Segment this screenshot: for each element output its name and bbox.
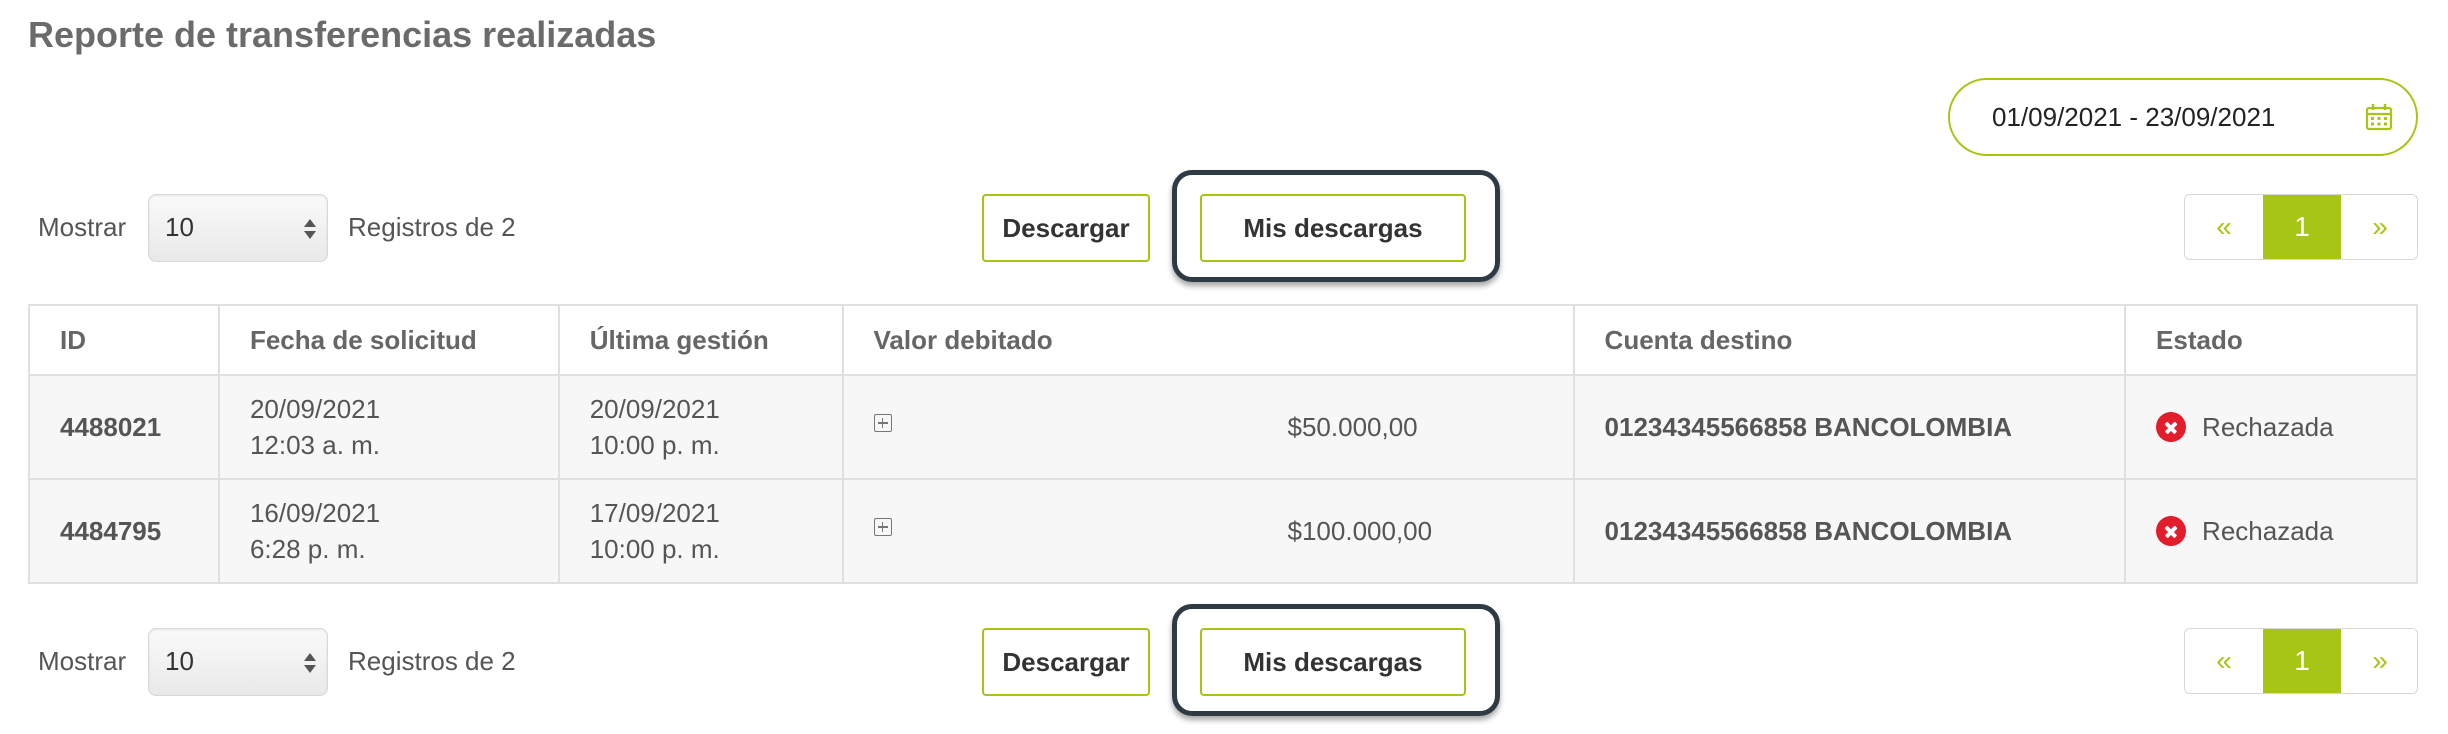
status-text: Rechazada bbox=[2202, 412, 2334, 442]
date-range-picker[interactable]: 01/09/2021 - 23/09/2021 bbox=[1948, 78, 2418, 156]
cell-status: Rechazada bbox=[2124, 374, 2418, 480]
show-label: Mostrar bbox=[38, 646, 127, 676]
last-update-date: 20/09/2021 bbox=[589, 394, 720, 424]
amount-value: $50.000,00 bbox=[1287, 412, 1418, 442]
cell-amount: $50.000,00 bbox=[841, 374, 1575, 480]
page-size-value: 10 bbox=[165, 646, 194, 676]
table-row: 4488021 20/09/2021 12:03 a. m. 20/09/202… bbox=[28, 374, 2418, 480]
cell-amount: $100.000,00 bbox=[841, 478, 1575, 584]
table-controls-bottom: Mostrar 10 Registros de 2 Descargar Mis … bbox=[0, 604, 2448, 716]
date-range-value: 01/09/2021 - 23/09/2021 bbox=[1992, 101, 2276, 132]
page-size-value: 10 bbox=[165, 212, 194, 242]
calendar-icon[interactable] bbox=[2364, 102, 2394, 132]
cell-account: 01234345566858 BANCOLOMBIA bbox=[1572, 478, 2127, 584]
request-time: 12:03 a. m. bbox=[249, 430, 381, 460]
col-header-request-date[interactable]: Fecha de solicitud bbox=[217, 304, 560, 376]
pagination-next[interactable]: » bbox=[2341, 629, 2417, 693]
cell-status: Rechazada bbox=[2124, 478, 2418, 584]
pagination-prev[interactable]: « bbox=[2185, 195, 2263, 259]
cell-id: 4484795 bbox=[28, 478, 220, 584]
amount-value: $100.000,00 bbox=[1287, 516, 1433, 546]
page-title: Reporte de transferencias realizadas bbox=[28, 14, 657, 55]
request-time: 6:28 p. m. bbox=[249, 534, 366, 564]
rejected-icon bbox=[2156, 516, 2187, 546]
cell-request-date: 16/09/2021 6:28 p. m. bbox=[217, 478, 560, 584]
col-header-status[interactable]: Estado bbox=[2124, 304, 2418, 376]
last-update-date: 17/09/2021 bbox=[589, 498, 720, 528]
download-button[interactable]: Descargar bbox=[982, 194, 1150, 262]
rejected-icon bbox=[2156, 412, 2187, 442]
pagination: « 1 » bbox=[2184, 628, 2418, 694]
cell-last-update: 20/09/2021 10:00 p. m. bbox=[557, 374, 844, 480]
table-controls-top: Mostrar 10 Registros de 2 Descargar Mis … bbox=[0, 170, 2448, 282]
transfers-table: ID Fecha de solicitud Última gestión Val… bbox=[28, 304, 2418, 584]
pagination-page-1[interactable]: 1 bbox=[2263, 195, 2341, 259]
last-update-time: 10:00 p. m. bbox=[589, 430, 720, 460]
col-header-last-update[interactable]: Última gestión bbox=[557, 304, 844, 376]
col-header-id[interactable]: ID bbox=[28, 304, 220, 376]
col-header-amount[interactable]: Valor debitado bbox=[841, 304, 1575, 376]
highlight-outline bbox=[1172, 604, 1500, 716]
select-arrows-icon bbox=[304, 653, 316, 673]
expand-plus-icon[interactable] bbox=[873, 414, 892, 432]
table-row: 4484795 16/09/2021 6:28 p. m. 17/09/2021… bbox=[28, 478, 2418, 584]
request-date: 16/09/2021 bbox=[249, 498, 381, 528]
show-label: Mostrar bbox=[38, 212, 127, 242]
page-size-select[interactable]: 10 bbox=[148, 194, 328, 262]
pagination-prev[interactable]: « bbox=[2185, 629, 2263, 693]
pagination-next[interactable]: » bbox=[2341, 195, 2417, 259]
request-date: 20/09/2021 bbox=[249, 394, 381, 424]
page-size-select[interactable]: 10 bbox=[148, 628, 328, 696]
select-arrows-icon bbox=[304, 219, 316, 239]
cell-last-update: 17/09/2021 10:00 p. m. bbox=[557, 478, 844, 584]
last-update-time: 10:00 p. m. bbox=[589, 534, 720, 564]
cell-account: 01234345566858 BANCOLOMBIA bbox=[1572, 374, 2127, 480]
expand-plus-icon[interactable] bbox=[873, 518, 892, 536]
download-button[interactable]: Descargar bbox=[982, 628, 1150, 696]
cell-id: 4488021 bbox=[28, 374, 220, 480]
pagination: « 1 » bbox=[2184, 194, 2418, 260]
status-text: Rechazada bbox=[2202, 516, 2334, 546]
highlight-outline bbox=[1172, 170, 1500, 282]
records-label: Registros de 2 bbox=[348, 212, 516, 242]
col-header-account[interactable]: Cuenta destino bbox=[1572, 304, 2127, 376]
pagination-page-1[interactable]: 1 bbox=[2263, 629, 2341, 693]
table-header-row: ID Fecha de solicitud Última gestión Val… bbox=[28, 304, 2418, 376]
records-label: Registros de 2 bbox=[348, 646, 516, 676]
cell-request-date: 20/09/2021 12:03 a. m. bbox=[217, 374, 560, 480]
